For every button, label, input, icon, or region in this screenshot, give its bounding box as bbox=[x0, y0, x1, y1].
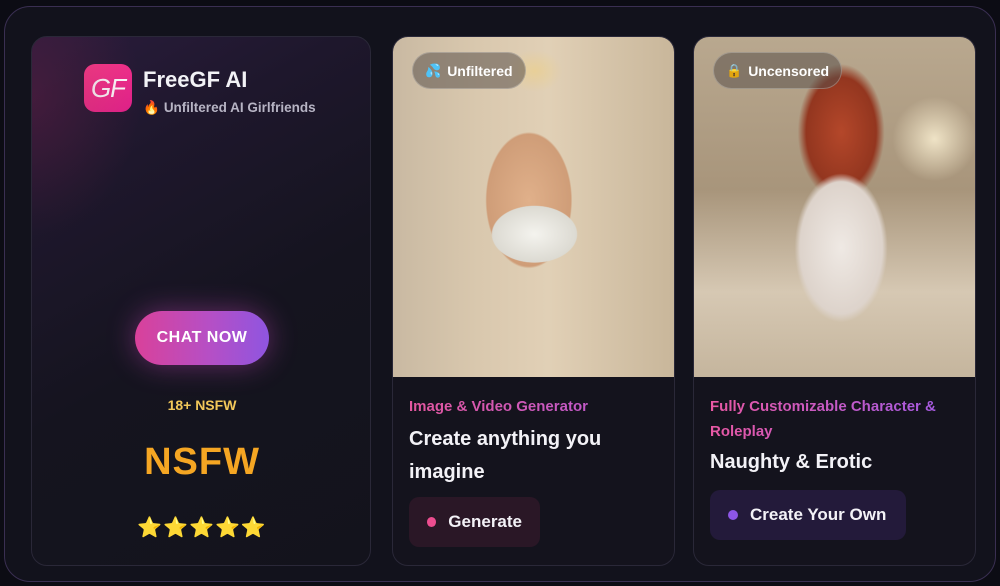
droplets-icon: 💦 bbox=[425, 62, 442, 78]
dot-icon bbox=[728, 510, 738, 520]
star-rating: ⭐⭐⭐⭐⭐ bbox=[137, 517, 267, 539]
unfiltered-tag: 💦 Unfiltered bbox=[412, 52, 526, 89]
chat-now-button[interactable]: CHAT NOW bbox=[135, 311, 269, 365]
card-body: Fully Customizable Character & Roleplay … bbox=[710, 394, 963, 479]
generate-button[interactable]: Generate bbox=[409, 497, 540, 547]
card-kicker: Fully Customizable Character & Roleplay bbox=[710, 394, 963, 444]
brand-logo: GF bbox=[84, 64, 132, 112]
lock-icon: 🔒 bbox=[726, 62, 743, 78]
button-label: Create Your Own bbox=[750, 505, 887, 524]
brand-subtitle: 🔥 Unfiltered AI Girlfriends bbox=[143, 100, 316, 116]
brand-subtitle-text: Unfiltered AI Girlfriends bbox=[163, 100, 316, 115]
button-label: Generate bbox=[448, 512, 522, 531]
fire-icon: 🔥 bbox=[143, 100, 160, 115]
dot-icon bbox=[427, 517, 437, 527]
brand-title: FreeGF AI bbox=[143, 67, 248, 92]
card-heading: Create anything you imagine bbox=[409, 428, 602, 483]
nsfw-headline: NSFW bbox=[144, 441, 260, 483]
generator-card[interactable]: 💦 Unfiltered Image & Video Generator Cre… bbox=[392, 36, 675, 566]
card-heading: Naughty & Erotic bbox=[710, 451, 873, 473]
card-kicker: Image & Video Generator bbox=[409, 394, 662, 419]
age-badge: 18+ NSFW bbox=[167, 397, 237, 413]
brand-card[interactable]: GF FreeGF AI 🔥 Unfiltered AI Girlfriends … bbox=[31, 36, 371, 566]
customize-card[interactable]: 🔒 Uncensored Fully Customizable Characte… bbox=[693, 36, 976, 566]
create-your-own-button[interactable]: Create Your Own bbox=[710, 490, 906, 540]
ad-banner: GF FreeGF AI 🔥 Unfiltered AI Girlfriends … bbox=[4, 6, 996, 582]
card-body: Image & Video Generator Create anything … bbox=[409, 394, 662, 489]
uncensored-tag: 🔒 Uncensored bbox=[713, 52, 843, 89]
tag-label: Unfiltered bbox=[447, 62, 513, 79]
tag-label: Uncensored bbox=[748, 62, 830, 79]
